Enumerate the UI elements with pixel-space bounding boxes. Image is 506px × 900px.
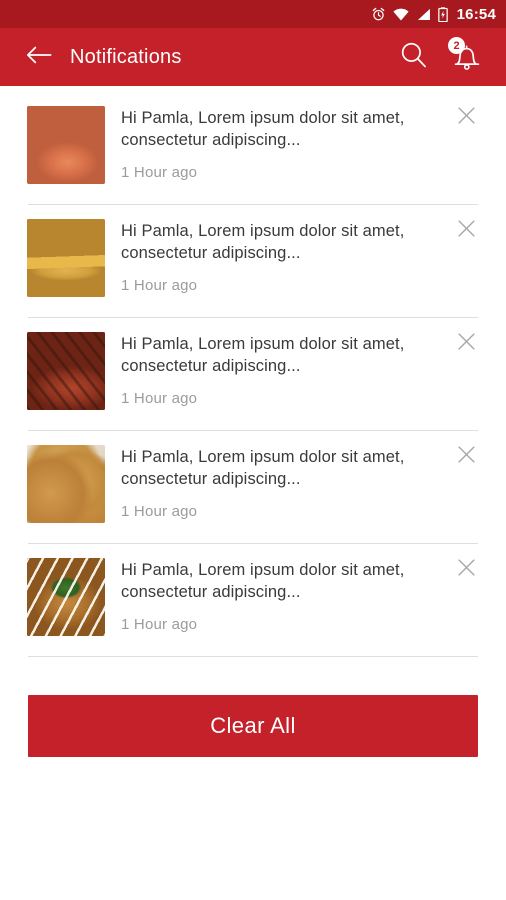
- footer: Clear All: [0, 657, 506, 757]
- notification-badge: 2: [448, 37, 465, 54]
- close-icon: [457, 333, 475, 355]
- notification-content: Hi Pamla, Lorem ipsum dolor sit amet, co…: [105, 445, 506, 520]
- notification-bell-icon: [450, 45, 484, 78]
- bell-wrapper: 2: [448, 37, 484, 74]
- notification-message: Hi Pamla, Lorem ipsum dolor sit amet, co…: [121, 335, 405, 375]
- page-title: Notifications: [70, 45, 182, 68]
- battery-charging-icon: [437, 6, 448, 22]
- notification-thumbnail: [27, 106, 105, 184]
- notifications-button[interactable]: 2: [448, 37, 486, 76]
- notification-item[interactable]: Hi Pamla, Lorem ipsum dolor sit amet, co…: [0, 318, 506, 430]
- grilled-bbq-chicken-image: [27, 332, 105, 410]
- close-icon: [457, 107, 475, 129]
- dismiss-notification-button[interactable]: [454, 332, 478, 356]
- close-icon: [457, 220, 475, 242]
- notification-content: Hi Pamla, Lorem ipsum dolor sit amet, co…: [105, 219, 506, 294]
- corn-dogs-with-fries-image: [27, 219, 105, 297]
- okonomiyaki-with-sauce-image: [27, 558, 105, 636]
- back-arrow-icon: [26, 45, 52, 70]
- search-icon: [400, 41, 427, 73]
- notification-list: Hi Pamla, Lorem ipsum dolor sit amet, co…: [0, 86, 506, 657]
- notification-timestamp: 1 Hour ago: [121, 615, 198, 633]
- notification-content: Hi Pamla, Lorem ipsum dolor sit amet, co…: [105, 106, 506, 181]
- app-bar-actions: 2: [394, 37, 486, 76]
- notification-thumbnail: [27, 445, 105, 523]
- close-icon: [457, 446, 475, 468]
- notification-message: Hi Pamla, Lorem ipsum dolor sit amet, co…: [121, 448, 405, 488]
- wifi-icon: [393, 8, 409, 21]
- notification-timestamp: 1 Hour ago: [121, 276, 198, 294]
- back-button[interactable]: [22, 40, 56, 74]
- notification-timestamp: 1 Hour ago: [121, 389, 198, 407]
- app-bar: Notifications 2: [0, 28, 506, 86]
- notification-thumbnail: [27, 558, 105, 636]
- notification-timestamp: 1 Hour ago: [121, 163, 198, 181]
- notification-item[interactable]: Hi Pamla, Lorem ipsum dolor sit amet, co…: [0, 544, 506, 656]
- notification-item[interactable]: Hi Pamla, Lorem ipsum dolor sit amet, co…: [0, 205, 506, 317]
- notification-thumbnail: [27, 332, 105, 410]
- clear-all-button[interactable]: Clear All: [28, 695, 478, 757]
- dismiss-notification-button[interactable]: [454, 219, 478, 243]
- notification-timestamp: 1 Hour ago: [121, 502, 198, 520]
- notification-message: Hi Pamla, Lorem ipsum dolor sit amet, co…: [121, 109, 405, 149]
- notification-message: Hi Pamla, Lorem ipsum dolor sit amet, co…: [121, 561, 405, 601]
- notification-item[interactable]: Hi Pamla, Lorem ipsum dolor sit amet, co…: [0, 431, 506, 543]
- close-icon: [457, 559, 475, 581]
- alarm-icon: [371, 7, 386, 22]
- dismiss-notification-button[interactable]: [454, 106, 478, 130]
- notification-thumbnail: [27, 219, 105, 297]
- fried-chicken-platter-image: [27, 445, 105, 523]
- notification-message: Hi Pamla, Lorem ipsum dolor sit amet, co…: [121, 222, 405, 262]
- dismiss-notification-button[interactable]: [454, 445, 478, 469]
- notification-content: Hi Pamla, Lorem ipsum dolor sit amet, co…: [105, 558, 506, 633]
- grilled-salmon-with-salad-image: [27, 106, 105, 184]
- notification-content: Hi Pamla, Lorem ipsum dolor sit amet, co…: [105, 332, 506, 407]
- search-button[interactable]: [394, 38, 432, 76]
- cellular-signal-icon: [416, 8, 431, 21]
- notification-item[interactable]: Hi Pamla, Lorem ipsum dolor sit amet, co…: [0, 92, 506, 204]
- dismiss-notification-button[interactable]: [454, 558, 478, 582]
- status-bar-time: 16:54: [456, 5, 496, 23]
- status-bar: 16:54: [0, 0, 506, 28]
